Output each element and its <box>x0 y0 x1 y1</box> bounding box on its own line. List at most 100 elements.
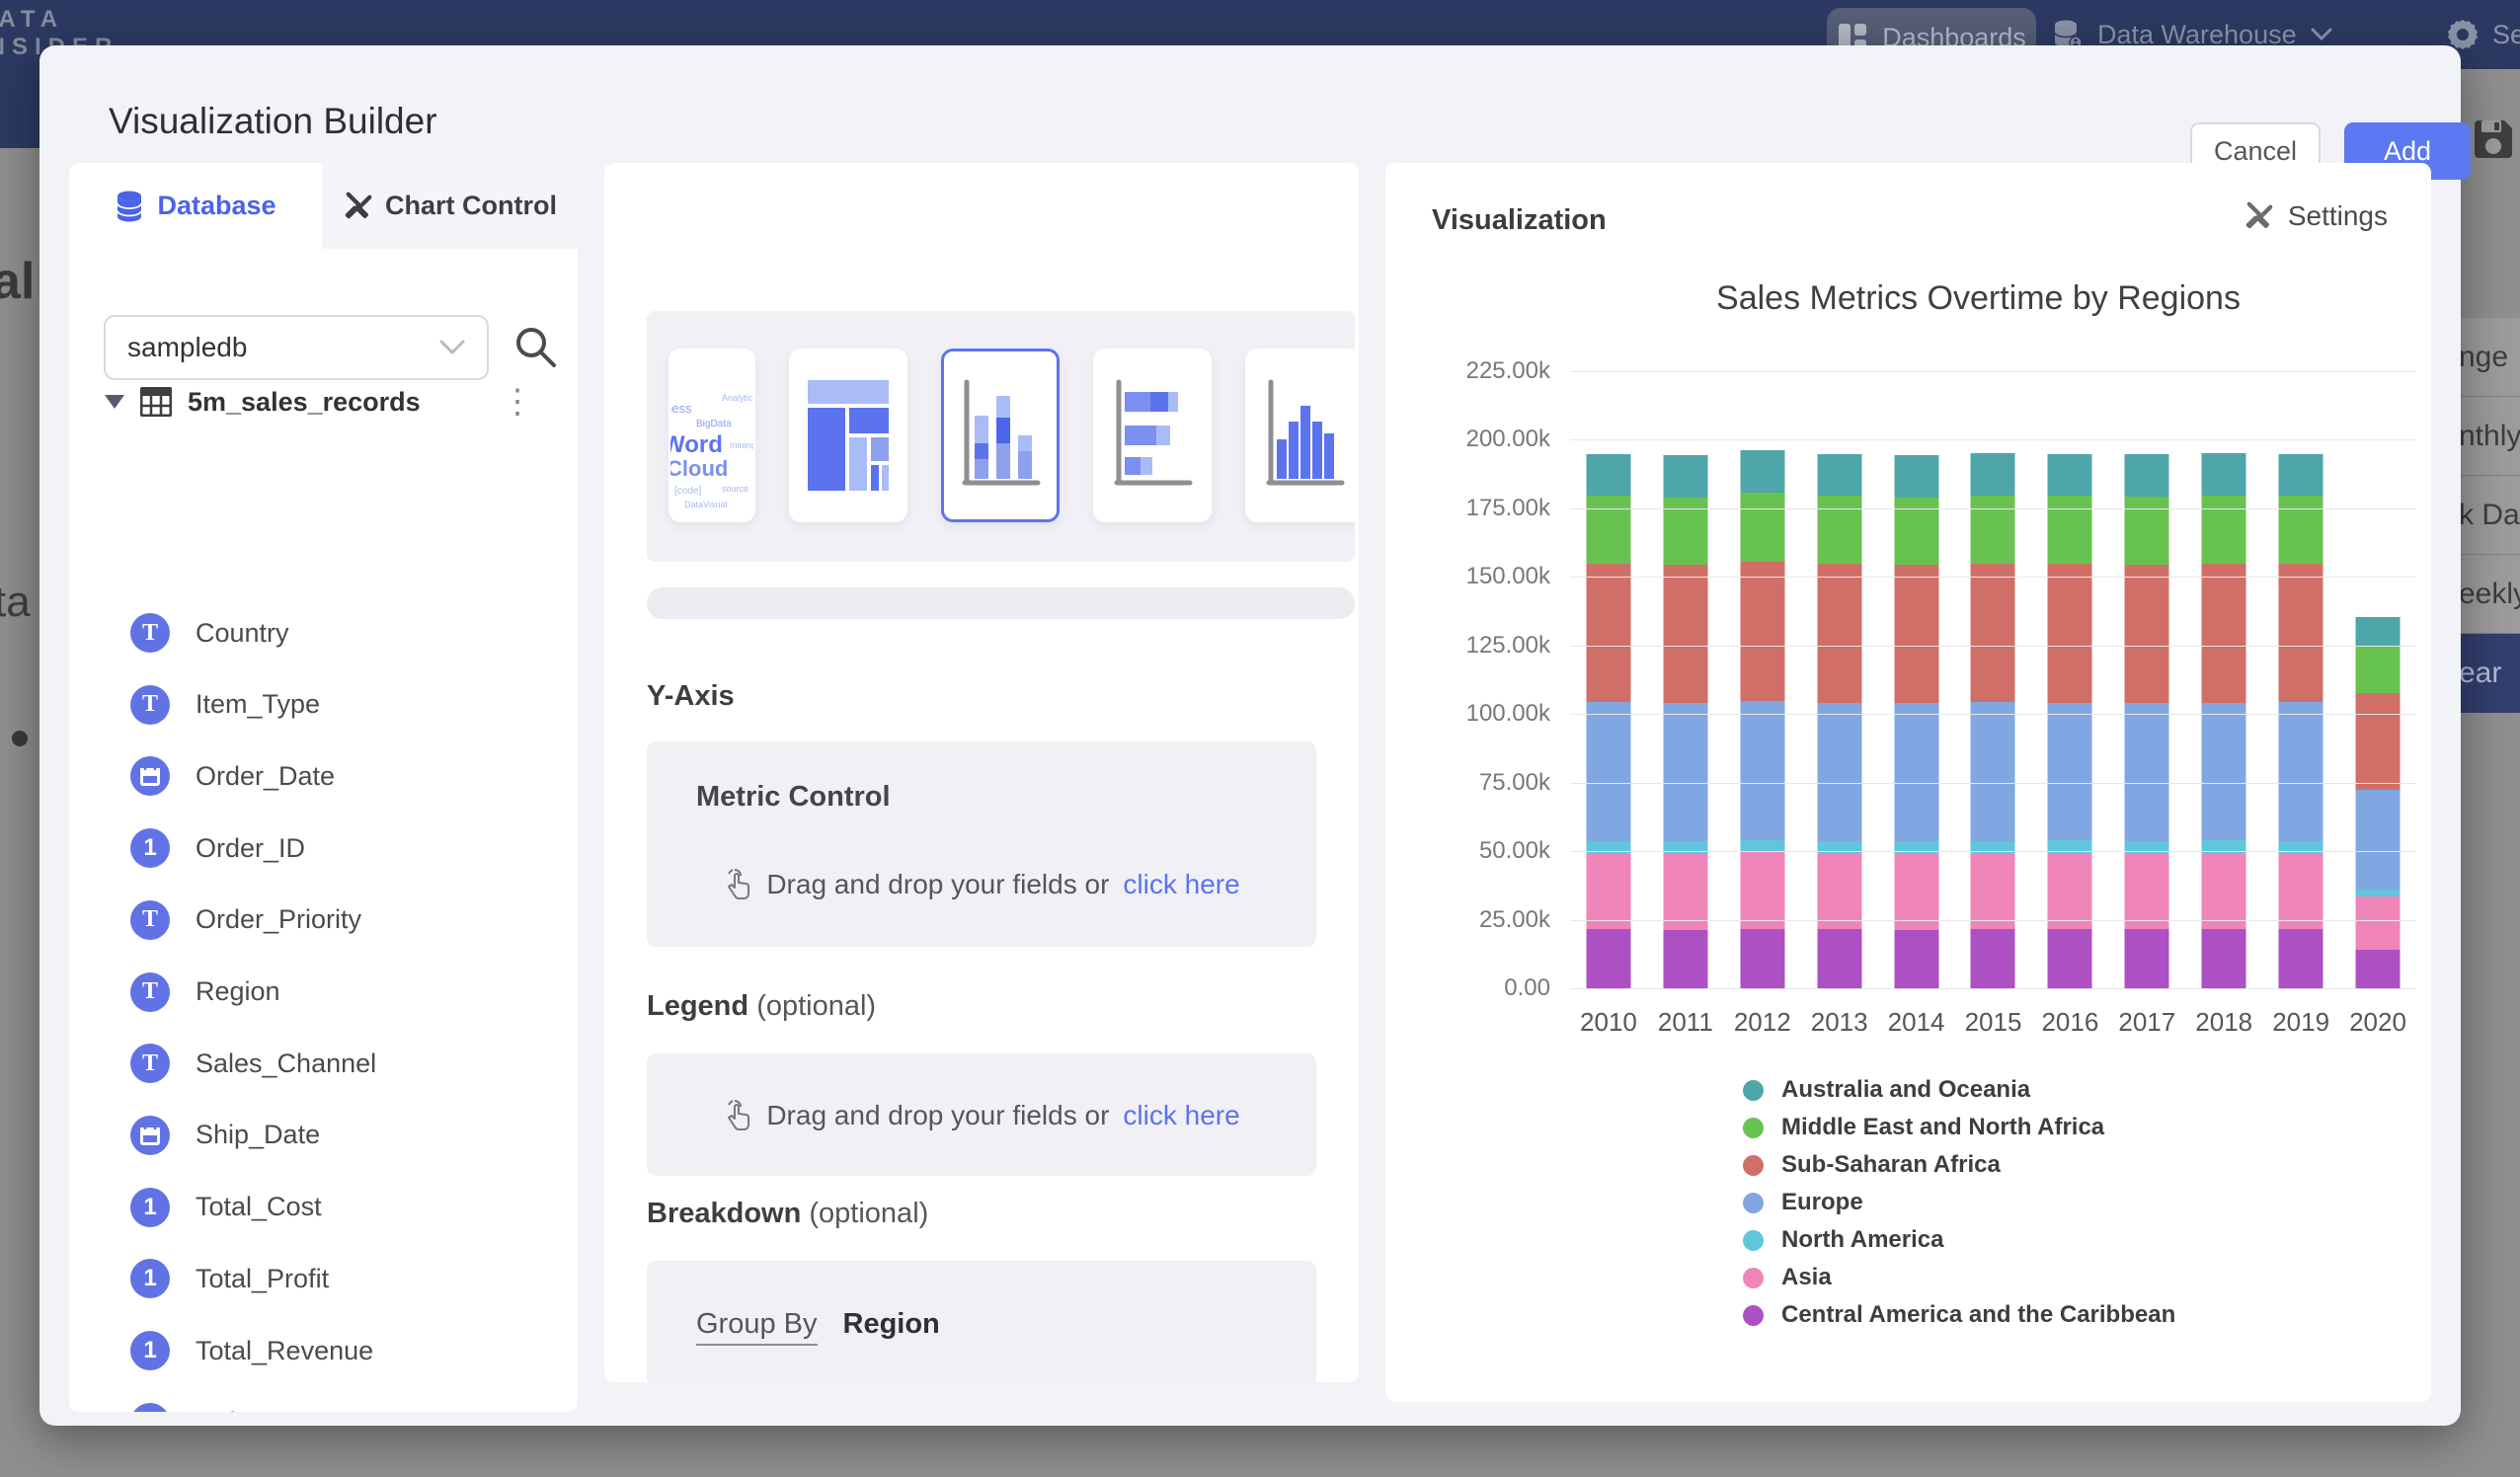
stacked-bar-2020[interactable] <box>2356 371 2401 988</box>
search-icon[interactable] <box>512 323 559 370</box>
bar-segment[interactable] <box>1817 853 1861 930</box>
bar-segment[interactable] <box>2356 890 2401 896</box>
bar-segment[interactable] <box>1740 929 1784 988</box>
chart-type-column[interactable] <box>1245 349 1355 522</box>
bar-segment[interactable] <box>2202 453 2246 496</box>
bar-segment[interactable] <box>2048 496 2092 564</box>
bar-segment[interactable] <box>1740 852 1784 929</box>
bar-segment[interactable] <box>2125 703 2169 841</box>
bar-segment[interactable] <box>1817 929 1861 988</box>
bar-segment[interactable] <box>1740 562 1784 701</box>
bar-segment[interactable] <box>2125 565 2169 703</box>
field-row-sales_channel[interactable]: TSales_Channel <box>130 1042 376 1085</box>
bar-segment[interactable] <box>1663 853 1707 930</box>
click-here-link[interactable]: click here <box>1123 869 1239 900</box>
stacked-bar-2019[interactable] <box>2279 371 2323 988</box>
field-row-ship_date[interactable]: Ship_Date <box>130 1114 320 1157</box>
bar-segment[interactable] <box>1894 930 1938 988</box>
field-row-total_revenue[interactable]: 1Total_Revenue <box>130 1329 373 1372</box>
bar-segment[interactable] <box>1971 853 2015 930</box>
bar-segment[interactable] <box>1894 565 1938 703</box>
bar-segment[interactable] <box>2356 693 2401 789</box>
bar-segment[interactable] <box>1663 930 1707 988</box>
database-select[interactable]: sampledb <box>104 315 489 380</box>
bar-segment[interactable] <box>1740 840 1784 852</box>
bar-segment[interactable] <box>1817 496 1861 564</box>
table-row-5m-sales-records[interactable]: 5m_sales_records ⋮ <box>69 372 578 431</box>
bar-segment[interactable] <box>1740 493 1784 561</box>
bar-segment[interactable] <box>2048 703 2092 841</box>
legend-dropzone[interactable]: Drag and drop your fields or click here <box>647 1053 1316 1176</box>
background-menu-item[interactable]: eekly <box>2455 555 2520 634</box>
background-menu-item[interactable]: k Date <box>2455 476 2520 555</box>
field-row-total_profit[interactable]: 1Total_Profit <box>130 1257 329 1300</box>
legend-item[interactable]: North America <box>1743 1221 2175 1259</box>
field-row-order_date[interactable]: Order_Date <box>130 754 335 798</box>
bar-segment[interactable] <box>1971 929 2015 988</box>
stacked-bar-2010[interactable] <box>1586 371 1630 988</box>
bar-segment[interactable] <box>1586 496 1630 564</box>
field-row-unit_cost[interactable]: 1Unit_Cost <box>130 1401 313 1412</box>
bar-segment[interactable] <box>1586 853 1630 930</box>
bar-segment[interactable] <box>2125 929 2169 988</box>
bar-segment[interactable] <box>1740 450 1784 493</box>
bar-segment[interactable] <box>2125 853 2169 930</box>
stacked-bar-2015[interactable] <box>1971 371 2015 988</box>
bar-segment[interactable] <box>1740 701 1784 840</box>
field-row-region[interactable]: TRegion <box>130 971 280 1014</box>
bar-segment[interactable] <box>2048 853 2092 930</box>
bar-segment[interactable] <box>2125 497 2169 565</box>
stacked-bar-2018[interactable] <box>2202 371 2246 988</box>
legend-item[interactable]: Asia <box>1743 1259 2175 1296</box>
bar-segment[interactable] <box>2048 454 2092 497</box>
stacked-bar-2014[interactable] <box>1894 371 1938 988</box>
horizontal-scrollbar[interactable] <box>647 587 1355 619</box>
bar-segment[interactable] <box>2279 853 2323 930</box>
breakdown-dropzone[interactable]: Group By Region <box>647 1261 1316 1382</box>
bar-segment[interactable] <box>2356 790 2401 890</box>
bar-segment[interactable] <box>2279 564 2323 702</box>
stacked-bar-2016[interactable] <box>2048 371 2092 988</box>
bar-segment[interactable] <box>1663 703 1707 841</box>
bar-segment[interactable] <box>2125 454 2169 497</box>
bar-segment[interactable] <box>1586 929 1630 988</box>
bar-segment[interactable] <box>2048 929 2092 988</box>
metric-control-dropzone[interactable]: Metric Control Drag and drop your fields… <box>647 741 1316 947</box>
bar-segment[interactable] <box>1894 455 1938 498</box>
bar-segment[interactable] <box>2356 647 2401 694</box>
bar-segment[interactable] <box>2279 929 2323 988</box>
bar-segment[interactable] <box>2048 564 2092 702</box>
bar-segment[interactable] <box>2202 564 2246 703</box>
background-menu-item[interactable]: nge <box>2455 318 2520 397</box>
bar-segment[interactable] <box>2356 617 2401 647</box>
bar-segment[interactable] <box>1586 564 1630 702</box>
visualization-settings-button[interactable]: Settings <box>2244 200 2388 232</box>
bar-segment[interactable] <box>1586 454 1630 497</box>
bar-segment[interactable] <box>2279 454 2323 497</box>
field-row-country[interactable]: TCountry <box>130 611 289 655</box>
bar-segment[interactable] <box>1586 702 1630 840</box>
bar-segment[interactable] <box>1971 453 2015 496</box>
bar-segment[interactable] <box>1894 853 1938 930</box>
bar-segment[interactable] <box>1663 498 1707 566</box>
tab-chart-control[interactable]: Chart Control <box>322 163 578 249</box>
bar-segment[interactable] <box>1971 496 2015 564</box>
bar-segment[interactable] <box>1663 455 1707 498</box>
bar-segment[interactable] <box>1894 498 1938 566</box>
bar-segment[interactable] <box>2356 896 2401 950</box>
field-row-order_priority[interactable]: TOrder_Priority <box>130 898 361 942</box>
legend-item[interactable]: Middle East and North Africa <box>1743 1109 2175 1146</box>
bar-segment[interactable] <box>1663 565 1707 703</box>
stacked-bar-2011[interactable] <box>1663 371 1707 988</box>
chart-type-stacked-column[interactable] <box>941 349 1060 522</box>
kebab-menu-icon[interactable]: ⋮ <box>501 392 534 412</box>
chart-type-word-cloud[interactable]: ness Analytics BigData Word mining Cloud… <box>669 349 755 522</box>
tab-database[interactable]: Database <box>69 163 322 249</box>
bar-segment[interactable] <box>1971 564 2015 703</box>
stacked-bar-2017[interactable] <box>2125 371 2169 988</box>
background-menu-item[interactable]: ear <box>2455 634 2520 713</box>
legend-item[interactable]: Australia and Oceania <box>1743 1071 2175 1109</box>
bar-segment[interactable] <box>2356 950 2401 988</box>
field-row-item_type[interactable]: TItem_Type <box>130 683 320 727</box>
save-icon[interactable] <box>2471 117 2516 162</box>
